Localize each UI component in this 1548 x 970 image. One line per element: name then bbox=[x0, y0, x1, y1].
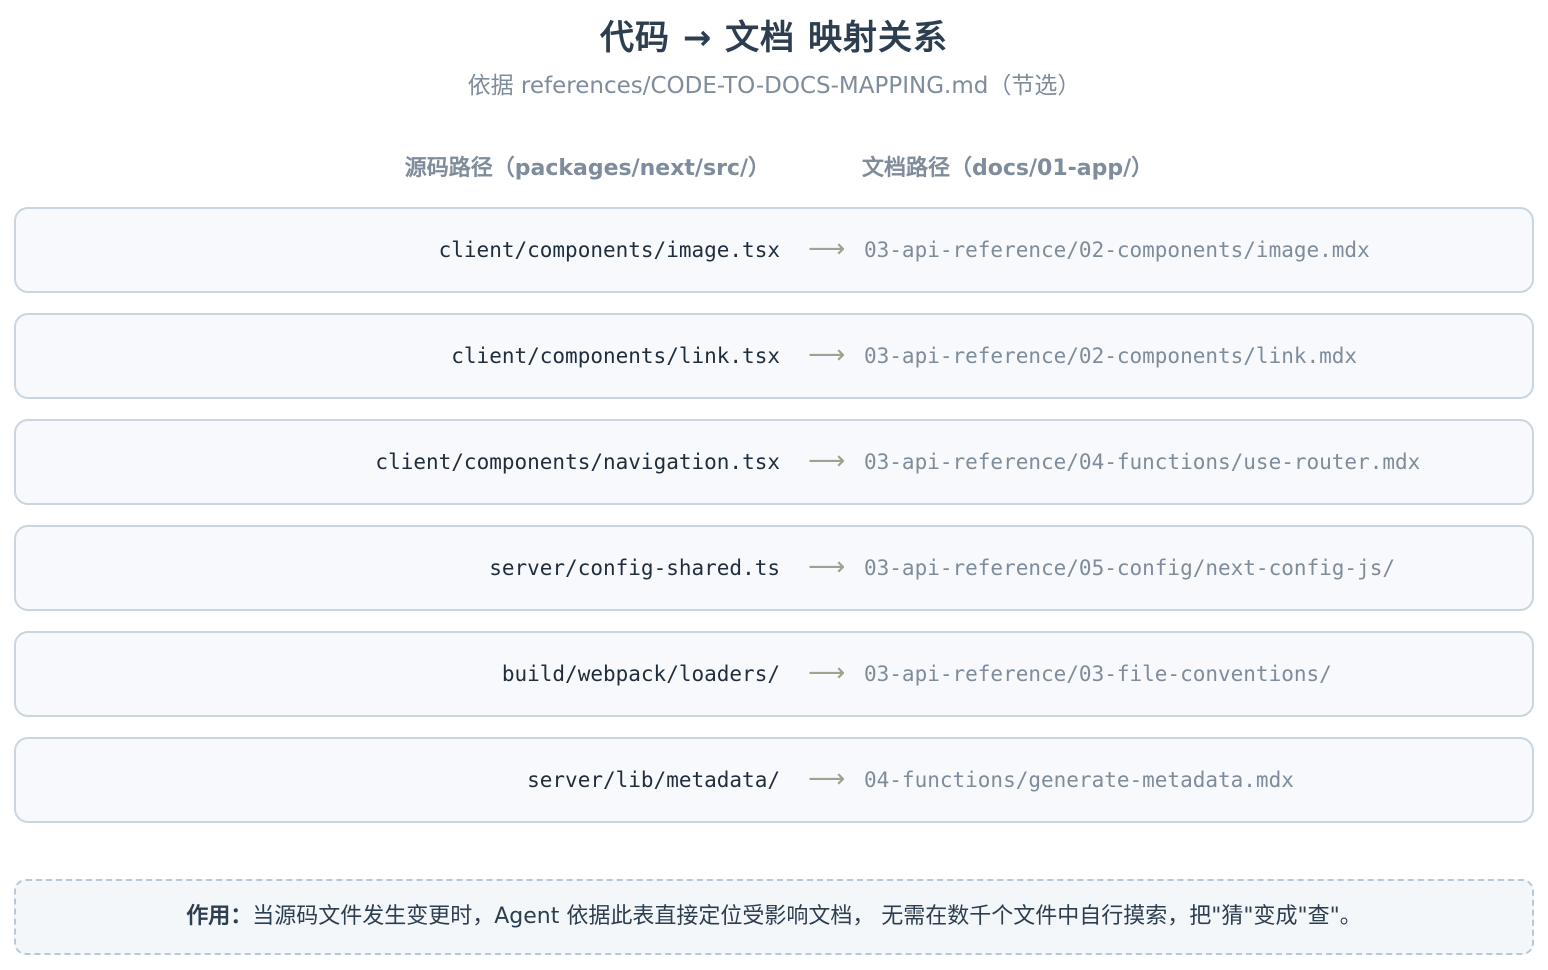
doc-path: 04-functions/generate-metadata.mdx bbox=[864, 768, 1294, 792]
mapping-row: client/components/image.tsx ⟶ 03-api-ref… bbox=[14, 207, 1534, 293]
doc-path: 03-api-reference/02-components/image.mdx bbox=[864, 238, 1370, 262]
arrow-right-icon: ⟶ bbox=[808, 552, 846, 582]
doc-path: 03-api-reference/05-config/next-config-j… bbox=[864, 556, 1396, 580]
doc-path: 03-api-reference/02-components/link.mdx bbox=[864, 344, 1358, 368]
doc-path: 03-api-reference/04-functions/use-router… bbox=[864, 450, 1421, 474]
source-path: server/config-shared.ts bbox=[489, 556, 780, 580]
mapping-row: client/components/link.tsx ⟶ 03-api-refe… bbox=[14, 313, 1534, 399]
arrow-right-icon: ⟶ bbox=[808, 764, 846, 794]
mapping-row: client/components/navigation.tsx ⟶ 03-ap… bbox=[14, 419, 1534, 505]
diagram-subtitle: 依据 references/CODE-TO-DOCS-MAPPING.md（节选… bbox=[467, 73, 1081, 99]
source-path: client/components/navigation.tsx bbox=[375, 450, 780, 474]
mapping-row: server/config-shared.ts ⟶ 03-api-referen… bbox=[14, 525, 1534, 611]
mapping-row: build/webpack/loaders/ ⟶ 03-api-referenc… bbox=[14, 631, 1534, 717]
arrow-right-icon: ⟶ bbox=[808, 234, 846, 264]
docs-column-header: 文档路径（docs/01-app/） bbox=[862, 156, 1154, 181]
mapping-row: server/lib/metadata/ ⟶ 04-functions/gene… bbox=[14, 737, 1534, 823]
source-path: client/components/image.tsx bbox=[438, 238, 780, 262]
source-path: client/components/link.tsx bbox=[451, 344, 780, 368]
source-path: build/webpack/loaders/ bbox=[501, 662, 780, 686]
arrow-right-icon: ⟶ bbox=[808, 658, 846, 688]
mapping-list: client/components/image.tsx ⟶ 03-api-ref… bbox=[14, 207, 1534, 843]
doc-path: 03-api-reference/03-file-conventions/ bbox=[864, 662, 1332, 686]
diagram-title: 代码 → 文档 映射关系 bbox=[600, 18, 948, 58]
arrow-right-icon: ⟶ bbox=[808, 446, 846, 476]
arrow-right-icon: ⟶ bbox=[808, 340, 846, 370]
note-label: 作用： bbox=[186, 904, 253, 929]
source-path: server/lib/metadata/ bbox=[527, 768, 780, 792]
note-text: 当源码文件发生变更时，Agent 依据此表直接定位受影响文档， 无需在数千个文件… bbox=[252, 904, 1362, 929]
purpose-note: 作用：当源码文件发生变更时，Agent 依据此表直接定位受影响文档， 无需在数千… bbox=[14, 879, 1534, 955]
source-column-header: 源码路径（packages/next/src/） bbox=[404, 156, 770, 181]
